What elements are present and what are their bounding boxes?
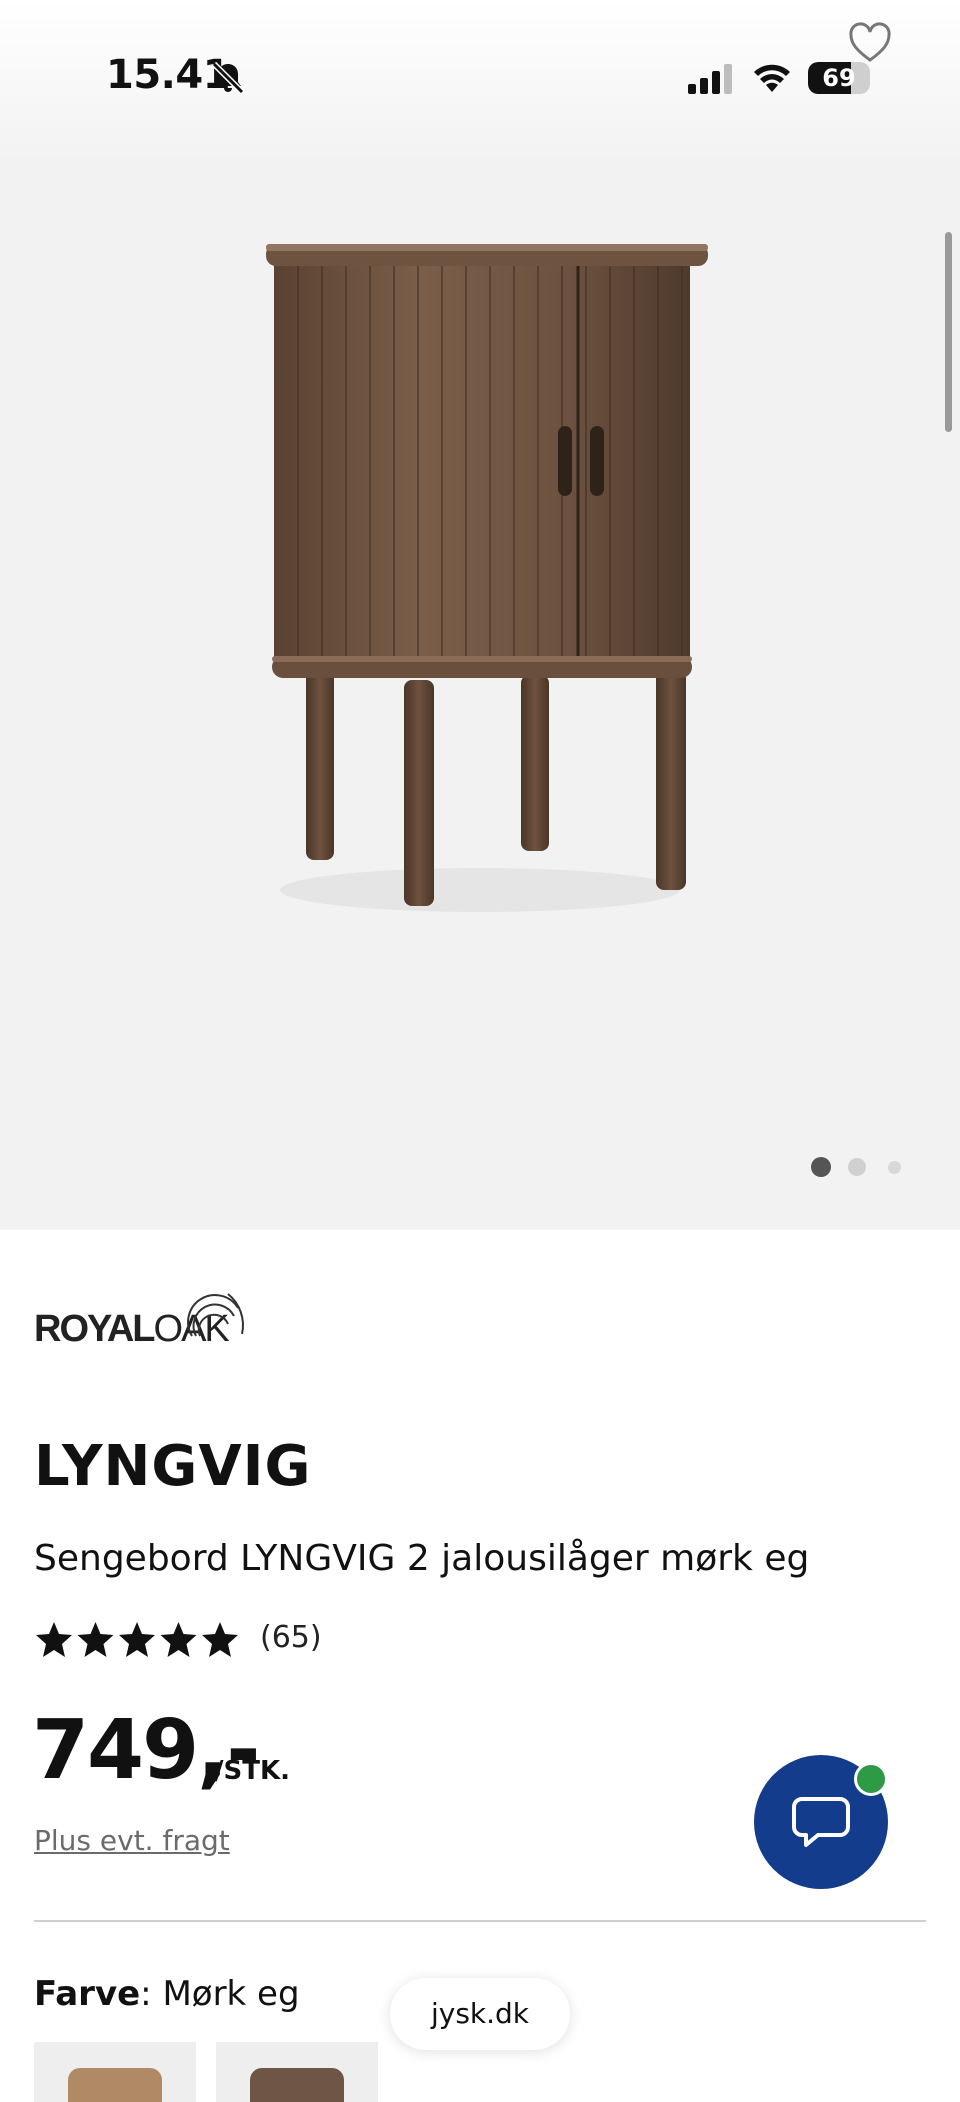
wifi-icon (754, 64, 790, 92)
swatch-preview (68, 2068, 162, 2102)
brand-arcs-icon (187, 1293, 244, 1337)
star-icon (202, 1622, 238, 1657)
product-image[interactable] (236, 230, 724, 930)
scrollbar[interactable] (945, 232, 952, 432)
online-indicator (854, 1762, 888, 1796)
color-label: Farve (34, 1974, 141, 2014)
battery-icon: 69 (808, 62, 870, 94)
star-icon (160, 1622, 197, 1657)
rating-stars[interactable] (34, 1620, 240, 1660)
gallery-dot-2[interactable] (848, 1158, 866, 1176)
gallery-pagination[interactable] (810, 1154, 910, 1177)
star-icon (77, 1622, 114, 1657)
browser-url-bar[interactable]: jysk.dk (390, 1978, 570, 2050)
color-selector-label: Farve: Mørk eg (34, 1974, 300, 2014)
battery-percent: 69 (822, 64, 856, 92)
brand-name-bold: ROYAL (34, 1308, 156, 1350)
star-icon (119, 1622, 155, 1657)
gallery-dot-3[interactable] (888, 1161, 901, 1174)
star-icon (36, 1622, 72, 1657)
chat-icon (792, 1797, 850, 1847)
signal-icon (688, 64, 732, 94)
gallery-dot-1[interactable] (811, 1157, 831, 1177)
color-swatch-light-oak[interactable] (34, 2042, 196, 2102)
bell-slash-icon (211, 61, 245, 95)
product-subtitle: Sengebord LYNGVIG 2 jalousilåger mørk eg (34, 1538, 810, 1579)
color-separator: : (140, 1974, 163, 2014)
status-bar: 15.41 69 (0, 0, 960, 140)
swatch-preview (250, 2068, 344, 2102)
product-image-gallery[interactable] (0, 0, 960, 1230)
product-title: LYNGVIG (34, 1434, 312, 1499)
divider (34, 1920, 926, 1922)
color-swatch-dark-oak[interactable] (216, 2042, 378, 2102)
brand-logo[interactable]: ROYALOAK (34, 1286, 254, 1350)
heart-icon[interactable] (848, 22, 892, 64)
price-unit: /STK. (214, 1756, 290, 1786)
review-count[interactable]: (65) (260, 1620, 322, 1655)
color-value: Mørk eg (162, 1974, 300, 2014)
freight-link[interactable]: Plus evt. fragt (34, 1824, 230, 1857)
